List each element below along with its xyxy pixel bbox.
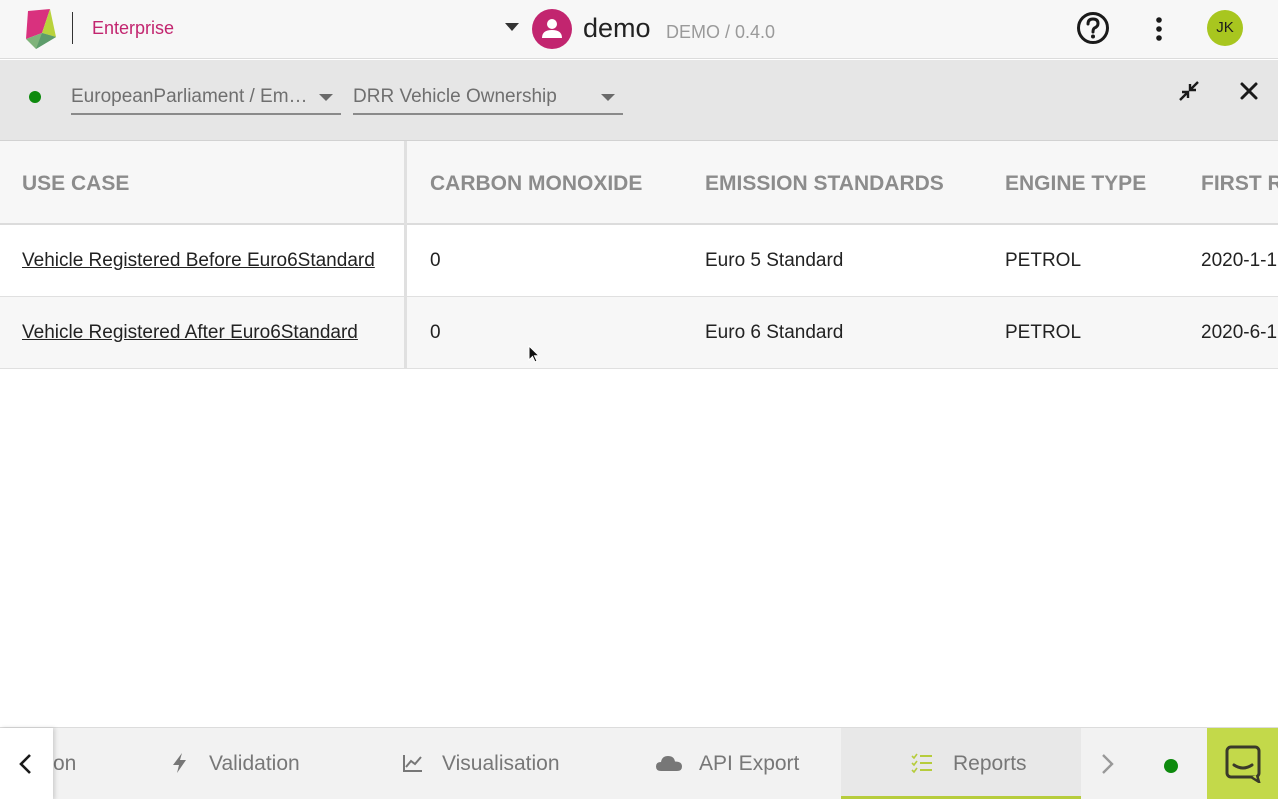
table-row: Vehicle Registered Before Euro6Standard … xyxy=(0,225,1278,297)
table-cell: 0 xyxy=(430,250,441,271)
table-cell: PETROL xyxy=(1005,322,1082,343)
table-cell: 2020-1-1 xyxy=(1201,250,1278,271)
tab-visualisation[interactable]: Visualisation xyxy=(380,728,600,799)
tab-label: API Export xyxy=(699,752,800,775)
table-cell: 2020-6-1 xyxy=(1201,322,1278,343)
app-logo-icon[interactable] xyxy=(22,9,58,49)
user-icon xyxy=(542,19,562,38)
tab-label: Reports xyxy=(953,752,1027,775)
tab-api-export[interactable]: API Export xyxy=(630,728,830,799)
tab-label: Visualisation xyxy=(442,752,560,775)
use-case-link[interactable]: Vehicle Registered After Euro6Standard xyxy=(22,322,358,344)
dataset-select-value: EuropeanParliament / Em… xyxy=(71,86,308,107)
use-case-link[interactable]: Vehicle Registered Before Euro6Standard xyxy=(22,250,375,272)
project-avatar[interactable] xyxy=(532,9,572,49)
table-cell: 0 xyxy=(430,322,441,343)
nav-scroll-right-button[interactable] xyxy=(1081,728,1136,799)
table-header: USE CASE CARBON MONOXIDE EMISSION STANDA… xyxy=(0,141,1278,225)
project-dropdown-icon[interactable] xyxy=(505,23,519,31)
chat-button[interactable] xyxy=(1207,728,1278,799)
connection-status-indicator xyxy=(29,91,41,103)
report-select-value: DRR Vehicle Ownership xyxy=(353,86,557,107)
chat-icon xyxy=(1225,745,1261,783)
column-header-engine-type[interactable]: ENGINE TYPE xyxy=(1005,172,1146,196)
project-version: DEMO / 0.4.0 xyxy=(666,22,776,42)
tab-label: on xyxy=(53,752,77,775)
cloud-icon xyxy=(656,756,682,771)
column-header-use-case[interactable]: USE CASE xyxy=(22,172,129,196)
column-divider[interactable] xyxy=(404,141,407,369)
close-icon[interactable] xyxy=(1238,80,1260,102)
dataset-select[interactable]: EuropeanParliament / Em… xyxy=(71,82,341,115)
nav-scroll-left-button[interactable] xyxy=(0,728,53,799)
help-icon[interactable] xyxy=(1076,11,1110,45)
table-cell: PETROL xyxy=(1005,250,1082,271)
column-header-carbon-monoxide[interactable]: CARBON MONOXIDE xyxy=(430,172,642,196)
line-chart-icon xyxy=(403,755,422,772)
project-name[interactable]: demo xyxy=(583,13,651,44)
chevron-down-icon xyxy=(319,94,333,101)
column-header-first-r[interactable]: FIRST R xyxy=(1201,172,1278,196)
bolt-icon xyxy=(173,753,186,773)
table-cell: Euro 6 Standard xyxy=(705,322,844,343)
tab-previous-partial[interactable]: on xyxy=(53,728,143,799)
filter-bar: EuropeanParliament / Em… DRR Vehicle Own… xyxy=(0,60,1278,141)
logo-separator xyxy=(72,12,73,44)
table-cell: Euro 5 Standard xyxy=(705,250,844,271)
chevron-right-icon xyxy=(1102,754,1114,774)
tab-label: Validation xyxy=(209,752,300,775)
table-row: Vehicle Registered After Euro6Standard 0… xyxy=(0,297,1278,369)
edition-label: Enterprise xyxy=(92,18,175,38)
chevron-down-icon xyxy=(601,94,615,101)
report-table: USE CASE CARBON MONOXIDE EMISSION STANDA… xyxy=(0,141,1278,369)
checklist-icon xyxy=(911,753,932,774)
mouse-cursor-icon xyxy=(528,345,540,363)
more-vertical-icon[interactable] xyxy=(1150,14,1168,44)
connection-status-indicator xyxy=(1164,759,1178,773)
report-select[interactable]: DRR Vehicle Ownership xyxy=(353,82,623,115)
column-header-emission-standards[interactable]: EMISSION STANDARDS xyxy=(705,172,944,196)
collapse-icon[interactable] xyxy=(1178,80,1200,102)
bottom-nav: on Validation Visualisation API Export R… xyxy=(0,727,1278,799)
tab-reports[interactable]: Reports xyxy=(841,728,1081,799)
top-bar: Enterprise demo DEMO / 0.4.0 JK xyxy=(0,0,1278,59)
chevron-left-icon xyxy=(19,754,31,774)
user-avatar[interactable]: JK xyxy=(1207,10,1243,46)
tab-validation[interactable]: Validation xyxy=(143,728,363,799)
